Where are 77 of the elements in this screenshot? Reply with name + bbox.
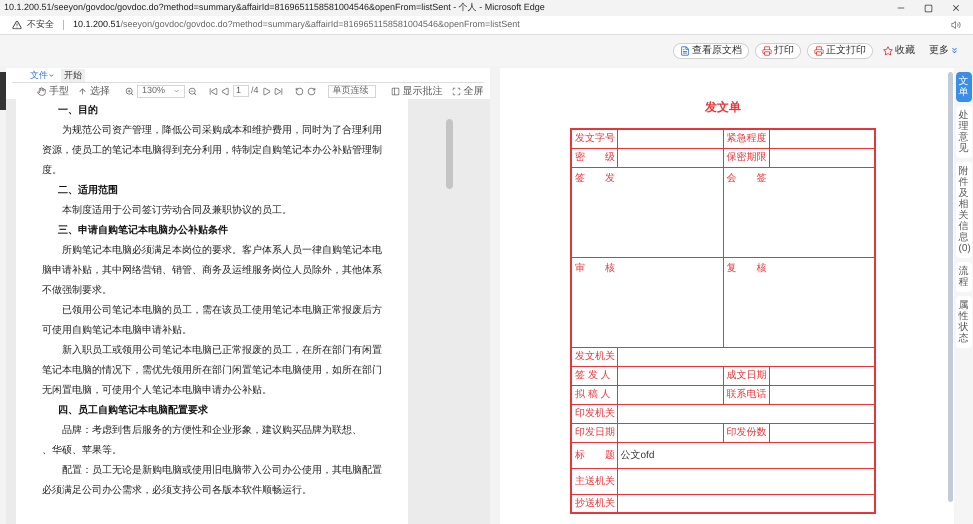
skip-forward-icon [274,86,283,96]
favorite-button[interactable]: 收藏 [879,42,919,58]
zoom-out-icon [188,86,197,96]
printer-icon [762,46,772,56]
signature-area: 签 发 [571,167,723,257]
form-label: 签 发 人 [571,366,617,385]
address-bar[interactable]: 不安全 10.1.200.51/seeyon/govdoc/govdoc.do?method=summary&affairId=8169651158581004546&openFrom=listSent [0,16,973,35]
section-heading: 三、申请自购笔记本电脑办公补贴条件 [57,223,229,238]
form-label: 标 题 [571,442,617,468]
scrollbar[interactable] [948,72,952,502]
form-label: 成文日期 [723,366,769,385]
form-label: 拟 稿 人 [571,385,617,404]
section-heading: 一、目的 [57,104,99,118]
close-icon[interactable] [951,3,961,13]
chevron-down-icon [48,72,55,79]
security-label: 不安全 [27,18,54,32]
panel-icon [390,86,400,96]
page-number-field[interactable]: 1 [233,85,249,97]
body-paragraph: 为规范公司资产管理，降低公司采购成本和维护费用，同时为了合理利用资源，使员工的笔记本电脑得到充分利用，特制定自购笔记本办公补贴管理制度。 [42,124,382,178]
rotate-right-icon [306,86,316,96]
dropdown-select[interactable]: 单页连续 [328,84,376,98]
printer-icon [814,46,824,56]
side-tab[interactable]: 流程 [956,262,972,292]
section-heading: 四、员工自购笔记本电脑配置要求 [57,403,209,418]
signature-area: 审 核 [571,257,723,347]
file-menu[interactable]: 文件 [28,68,57,82]
form-label: 印发份数 [723,423,769,442]
form-label: 紧急程度 [723,129,769,148]
action-button[interactable]: 查看原文档 [673,42,749,58]
chevron-down-icon [173,87,180,95]
form-label: 发文机关 [571,347,617,366]
action-button[interactable]: 打印 [755,42,801,58]
body-paragraph: 、华硕、苹果等。 [42,444,123,458]
body-paragraph: 所购笔记本电脑必须满足本岗位的要求。客户体系人员一律自购笔记本电脑申请补贴，其中网络营销、销管、商务及运维服务岗位人员除外，其他体系不做强制要求。 [42,244,382,298]
body-paragraph: 已领用公司笔记本电脑的员工，需在该员工使用笔记本电脑正常报废后方可使用自购笔记本电脑申请补贴。 [42,304,382,338]
body-paragraph: 品牌：考虑到售后服务的方便性和企业形象，建议购买品牌为联想、 [61,424,363,438]
page-total: /4 [251,84,259,98]
body-paragraph: 本制度适用于公司签订劳动合同及兼职协议的员工。 [61,204,293,218]
body-paragraph: 新入职员工或领用公司笔记本电脑已正常报废的员工，在所在部门有闲置笔记本电脑的情况下，需优先领用所在部门闲置笔记本电脑使用，如所在部门无闲置电脑，可使用个人笔记本电脑申请办公补贴。 [42,344,382,398]
body-paragraph: 配置：员工无论是新购电脑或使用旧电脑带入公司办公使用，其电脑配置必须满足公司办公需求，必须支持公司各版本软件顺畅运行。 [42,464,382,498]
ribbon-tab[interactable]: 开始 [61,68,85,82]
form-label: 密 级 [571,148,617,167]
select-tool-button[interactable]: 选择 [75,84,113,98]
more-button[interactable]: 更多 [925,42,963,58]
rotate-left-icon [294,86,304,96]
form-label: 主送机关 [571,468,617,494]
hand-icon [37,86,46,96]
side-tab[interactable]: 属性状态 [956,296,972,348]
zoom-in-icon [125,86,134,96]
window-title: 10.1.200.51/seeyon/govdoc/govdoc.do?method=summary&affairId=8169651158581004546&openFrom=listSent - 个人 - Microsoft Edge [4,1,546,14]
triangle-right-icon [262,86,271,96]
form-label: 发文字号 [571,129,617,148]
read-aloud-icon[interactable] [951,20,961,30]
document-icon [680,46,690,56]
side-tab[interactable]: 附件及相关信息(0) [956,162,972,258]
triangle-left-icon [221,86,230,96]
arrow-up-icon [78,86,87,96]
side-tab[interactable]: 处理意见 [956,106,972,158]
show-annotations-button[interactable]: 显示批注 [388,84,446,98]
action-button[interactable]: 正文打印 [807,42,873,58]
form-label: 保密期限 [723,148,769,167]
fullscreen-button[interactable]: 全屏 [448,84,487,98]
maximize-icon[interactable] [924,4,933,12]
url-text: 10.1.200.51/seeyon/govdoc/govdoc.do?method=summary&affairId=8169651158581004546&openFrom=listSent [73,18,521,32]
form-title: 发文单 [705,99,741,116]
form-label: 印发日期 [571,423,617,442]
star-icon [883,46,893,56]
section-heading: 二、适用范围 [57,184,119,198]
expand-icon [452,86,461,96]
form-label: 印发机关 [571,404,617,423]
double-chevron-icon [950,46,959,55]
form-label: 联系电话 [723,385,769,404]
warning-icon [12,20,22,30]
dropdown-select[interactable]: 130% [137,84,185,98]
scrollbar[interactable] [446,119,452,189]
skip-back-icon [209,86,218,96]
hand-tool-button[interactable]: 手型 [34,84,72,98]
